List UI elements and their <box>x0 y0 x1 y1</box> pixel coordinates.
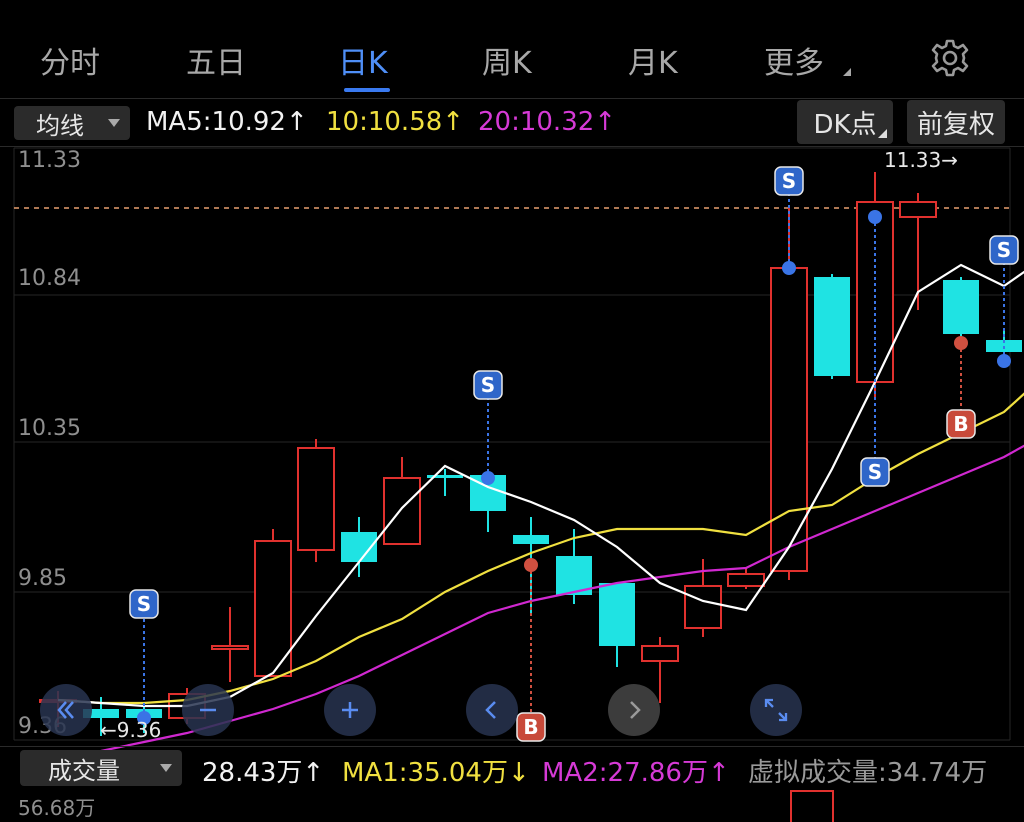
sell-signal-label: S <box>481 373 495 397</box>
sell-signal-label: S <box>782 169 796 193</box>
sell-signal-label: S <box>137 592 151 616</box>
chevron-down-icon <box>160 764 172 772</box>
candle-body-up <box>727 573 765 587</box>
signal-dot <box>782 261 796 275</box>
signal-dot <box>868 210 882 224</box>
signal-dot <box>997 354 1011 368</box>
candlestick-chart[interactable]: SSBSSBSS <box>0 0 1024 814</box>
volume-value: 28.43万↑ <box>202 758 325 788</box>
zoom-in-button[interactable] <box>324 684 376 736</box>
minus-icon <box>200 708 216 712</box>
candle-body-up <box>297 447 335 551</box>
expand-icon <box>764 698 788 722</box>
volume-divider <box>0 746 1024 747</box>
candle-body-up <box>383 477 421 545</box>
candle-body-down <box>814 277 850 376</box>
volume-ma2: MA2:27.86万↑ <box>542 758 730 788</box>
volume-bar <box>790 790 834 822</box>
price-axis-label-3: 10.35 <box>18 416 81 441</box>
double-chevron-left-icon <box>57 701 74 719</box>
virtual-volume: 虚拟成交量:34.74万 <box>748 758 988 788</box>
volume-indicator-dropdown[interactable]: 成交量 <box>20 750 182 786</box>
high-price-annotation: 11.33→ <box>884 148 959 172</box>
signal-dot <box>954 336 968 350</box>
candle-body-down <box>599 583 635 646</box>
price-axis-label-top: 11.33 <box>18 148 81 173</box>
sell-signal-label: S <box>997 238 1011 262</box>
candle-body-down <box>513 535 549 544</box>
candle-body-up <box>899 201 937 218</box>
chevron-right-icon <box>630 701 641 719</box>
candle-body-up <box>211 645 249 650</box>
candle-body-down <box>943 280 979 334</box>
scroll-left-button[interactable] <box>466 684 518 736</box>
volume-axis-label-top: 56.68万 <box>18 796 96 820</box>
signal-dot <box>481 471 495 485</box>
low-price-annotation: ←9.36 <box>100 718 162 742</box>
scroll-to-start-button[interactable] <box>40 684 92 736</box>
price-axis-label-4: 9.85 <box>18 566 67 591</box>
candle-body-up <box>684 585 722 629</box>
plus-icon <box>342 702 358 718</box>
chevron-left-icon <box>485 701 496 719</box>
signal-dot <box>524 558 538 572</box>
buy-signal-label: B <box>953 412 968 436</box>
volume-dropdown-label: 成交量 <box>48 756 120 785</box>
scroll-right-button[interactable] <box>608 684 660 736</box>
candle-body-up <box>641 645 679 662</box>
price-axis-label-2: 10.84 <box>18 266 81 291</box>
fullscreen-button[interactable] <box>750 684 802 736</box>
zoom-out-button[interactable] <box>182 684 234 736</box>
volume-ma1: MA1:35.04万↓ <box>342 758 530 788</box>
sell-signal-label: S <box>868 460 882 484</box>
buy-signal-label: B <box>523 715 538 739</box>
